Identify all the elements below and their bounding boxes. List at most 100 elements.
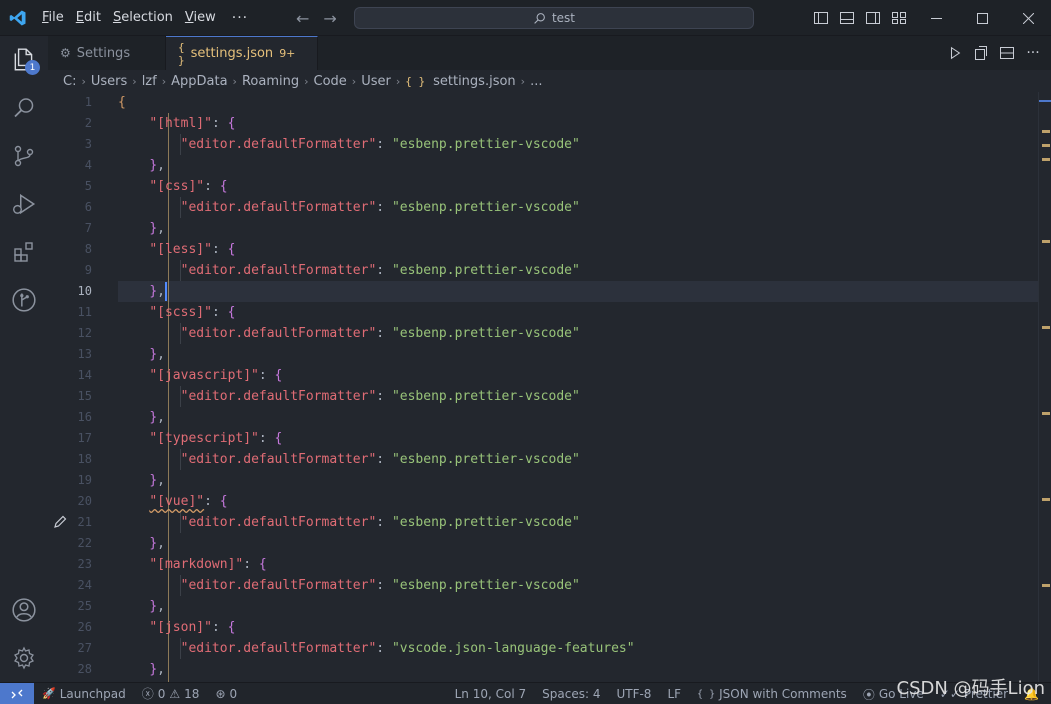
broadcast-icon: ⊛ [215,686,226,701]
cursor-position[interactable]: Ln 10, Col 7 [447,683,535,704]
close-icon[interactable] [1005,0,1051,36]
ports-item[interactable]: ⊛ 0 [207,683,245,704]
indentation-text: Spaces: 4 [542,687,601,701]
json-key: "[html]" [149,116,212,131]
code-line[interactable]: }, [149,596,165,617]
code-line[interactable]: "editor.defaultFormatter": "esbenp.prett… [181,323,580,344]
code-line[interactable]: "[html]": { [149,113,235,134]
end-of-line[interactable]: LF [659,683,689,704]
more-actions-icon[interactable]: ··· [1025,45,1041,61]
breadcrumb-item[interactable]: C: [63,74,76,89]
menu-file[interactable]: File [36,0,70,36]
code-line[interactable]: }, [149,281,165,302]
code-line[interactable]: "[scss]": { [149,302,235,323]
code-line[interactable]: "editor.defaultFormatter": "vscode.json-… [181,638,635,659]
code-line[interactable]: "[css]": { [149,176,227,197]
run-icon[interactable] [947,45,963,61]
menu-selection[interactable]: Selection [107,0,179,36]
maximize-icon[interactable] [959,0,1005,36]
code-line[interactable]: "editor.defaultFormatter": "esbenp.prett… [181,512,580,533]
code-line[interactable]: }, [149,344,165,365]
breadcrumb-item[interactable]: ... [530,74,542,89]
json-punctuation: : [211,620,228,635]
git-graph-icon[interactable] [0,276,48,324]
code-line[interactable]: }, [149,218,165,239]
menu-more-icon[interactable]: ··· [222,10,258,26]
breadcrumb-item[interactable]: AppData [171,74,227,89]
back-arrow-icon[interactable]: ← [296,9,309,28]
customize-layout-icon[interactable] [890,9,908,27]
code-line[interactable]: }, [149,659,165,680]
json-punctuation: { [219,179,228,194]
line-number: 24 [77,578,92,592]
line-number: 15 [77,389,92,403]
open-settings-ui-icon[interactable] [973,45,989,61]
code-line[interactable]: "editor.defaultFormatter": "esbenp.prett… [181,260,580,281]
code-line[interactable]: "editor.defaultFormatter": "esbenp.prett… [181,449,580,470]
code-line[interactable]: { [118,92,126,113]
split-editor-icon[interactable] [999,45,1015,61]
code-line[interactable]: "[less]": { [149,239,235,260]
explorer-icon[interactable]: 1 [0,36,48,84]
manage-gear-icon[interactable] [0,634,48,682]
forward-arrow-icon[interactable]: → [323,9,336,28]
toggle-panel-icon[interactable] [838,9,856,27]
code-line[interactable]: "[javascript]": { [149,365,282,386]
ports-count: 0 [229,686,238,701]
line-number: 19 [77,473,92,487]
source-control-icon[interactable] [0,132,48,180]
remote-indicator-icon[interactable] [0,682,34,704]
scrollbar-warning-marker [1042,584,1050,587]
json-braces-icon: { } [405,74,426,88]
breadcrumb-item[interactable]: Users [91,74,127,89]
breadcrumb-item[interactable]: Roaming [242,74,299,89]
code-line[interactable]: }, [149,155,165,176]
code-line[interactable]: }, [149,470,165,491]
menu-bar: File Edit Selection View ··· [36,0,258,36]
accounts-icon[interactable] [0,586,48,634]
code-line[interactable]: "[vue]": { [149,491,227,512]
code-line[interactable]: "editor.defaultFormatter": "esbenp.prett… [181,197,580,218]
launchpad-item[interactable]: 🚀 Launchpad [34,683,134,704]
json-punctuation: , [157,473,165,488]
line-number: 4 [84,158,92,172]
search-icon[interactable] [0,84,48,132]
breadcrumb-chevron-icon: › [232,74,237,88]
code-area[interactable]: {"[html]": {"editor.defaultFormatter": "… [118,92,1038,682]
encoding[interactable]: UTF-8 [608,683,659,704]
code-line[interactable]: "[json]": { [149,617,235,638]
code-line[interactable]: "editor.defaultFormatter": "esbenp.prett… [181,575,580,596]
menu-edit[interactable]: Edit [70,0,107,36]
minimize-icon[interactable] [913,0,959,36]
tab-settings-json[interactable]: { } settings.json 9+ [166,36,318,70]
problems-item[interactable]: ⓧ 0 ⚠ 18 [134,683,208,704]
command-center-search[interactable]: test [354,7,754,29]
breadcrumb-item[interactable]: settings.json [433,74,516,89]
json-punctuation: } [149,536,158,551]
breadcrumb-item[interactable]: Code [314,74,347,89]
language-mode[interactable]: { } JSON with Comments [689,683,855,704]
breadcrumb-item[interactable]: lzf [142,74,157,89]
code-line[interactable]: }, [149,533,165,554]
line-number: 12 [77,326,92,340]
code-line[interactable]: "editor.defaultFormatter": "esbenp.prett… [181,134,580,155]
json-key: "editor.defaultFormatter" [180,389,377,404]
breadcrumb-item[interactable]: User [361,74,391,89]
line-number: 18 [77,452,92,466]
extensions-icon[interactable] [0,228,48,276]
code-editor[interactable]: 1 2 3 4 5 6 7 8 9 10 11 12 13 14 15 16 17 18 19 20 21 22 23 24 2… [48,92,1038,682]
run-and-debug-icon[interactable] [0,180,48,228]
toggle-secondary-sidebar-icon[interactable] [864,9,882,27]
indentation[interactable]: Spaces: 4 [534,683,608,704]
code-line[interactable]: "[typescript]": { [149,428,282,449]
json-punctuation: } [149,662,158,677]
editor-scrollbar[interactable] [1038,92,1051,682]
json-punctuation: , [157,158,165,173]
code-line[interactable]: "[markdown]": { [149,554,266,575]
code-line[interactable]: "editor.defaultFormatter": "esbenp.prett… [181,386,580,407]
json-key: "[typescript]" [149,431,259,446]
code-line[interactable]: }, [149,407,165,428]
menu-view[interactable]: View [179,0,222,36]
toggle-primary-sidebar-icon[interactable] [812,9,830,27]
tab-settings[interactable]: ⚙ Settings [48,36,166,70]
